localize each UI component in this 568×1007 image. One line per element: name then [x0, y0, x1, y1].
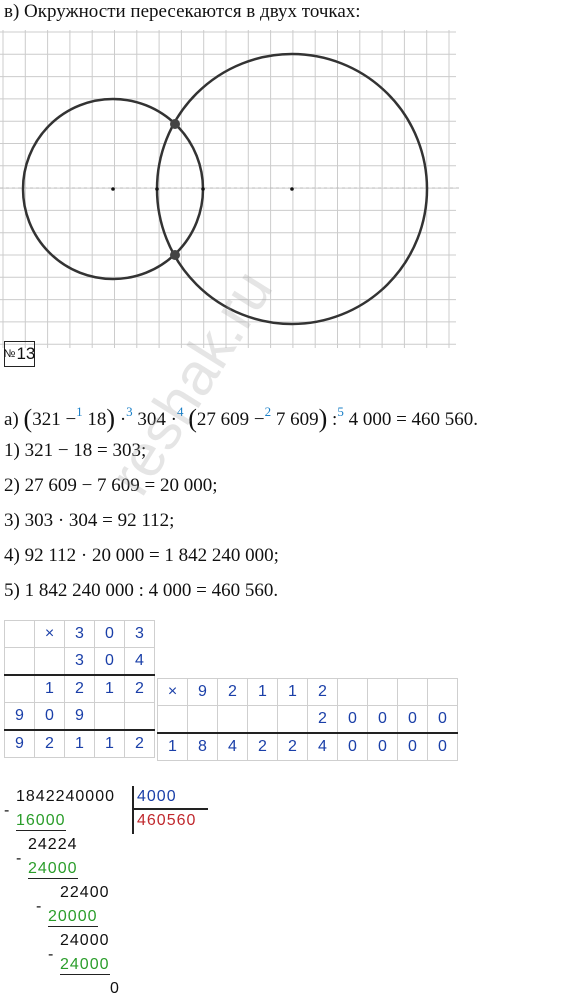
divisor: 4000 [137, 788, 177, 805]
right-center-point [290, 187, 294, 191]
intersection-top [170, 119, 180, 129]
order-2: 2 [264, 404, 272, 419]
left-inner-point [155, 187, 159, 191]
multiplication-303x304: × 3 0 3 304 1212 909 92112 [4, 620, 155, 758]
order-5: 5 [337, 404, 344, 419]
step-5: 5) 1 842 240 000 : 4 000 = 460 560. [4, 580, 279, 601]
step-4: 4) 92 112 · 20 000 = 1 842 240 000; [4, 545, 279, 566]
subtrahend-4: 24000 [60, 956, 110, 975]
minus-1: - [4, 802, 11, 819]
eq-term-e: 7 609 [275, 409, 319, 430]
number-sign: № [3, 348, 16, 360]
problem-number: 13 [16, 344, 36, 363]
order-1: 1 [76, 404, 83, 419]
subtrahend-2: 24000 [28, 860, 78, 879]
quotient: 460560 [137, 812, 197, 829]
equation-prefix: a) [4, 409, 19, 430]
minus-2: - [16, 850, 23, 867]
remainder-4: 0 [110, 980, 120, 997]
eq-term-b: 18 [87, 409, 107, 430]
division-bar-horizontal [132, 808, 208, 810]
intersection-bottom [170, 250, 180, 260]
right-inner-point [201, 187, 205, 191]
left-center-point [111, 187, 115, 191]
eq-term-a: 321 − [32, 409, 77, 430]
eq-term-f: 4 000 = 460 560. [348, 409, 479, 430]
remainder-2: 22400 [60, 884, 110, 901]
problem-number-badge: № 13 [4, 341, 35, 367]
step-3: 3) 303 · 304 = 92 112; [4, 510, 175, 531]
minus-4: - [48, 946, 55, 963]
subtrahend-3: 20000 [48, 908, 98, 927]
minus-3: - [36, 898, 43, 915]
dividend: 1842240000 [16, 788, 115, 805]
remainder-1: 24224 [28, 836, 78, 853]
equation: a) (321 −1 18) ·3 304 ·4 (27 609 −2 7 60… [4, 404, 479, 433]
heading: в) Окружности пересекаются в двух точках… [4, 1, 361, 22]
remainder-3: 24000 [60, 932, 110, 949]
multiplication-92112x20000: × 9 2 1 1 2 20000 1842240000 [157, 678, 458, 761]
subtrahend-1: 16000 [16, 812, 66, 831]
division-bar-vertical [132, 786, 134, 834]
